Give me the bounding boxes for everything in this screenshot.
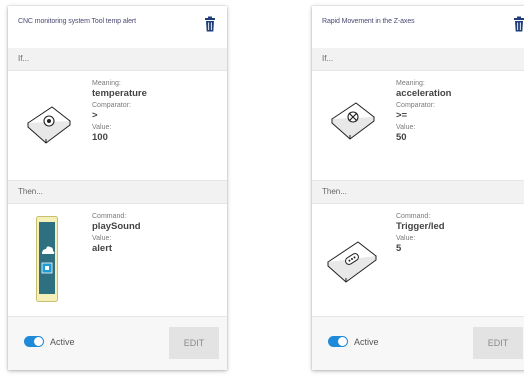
sensor-device-icon — [331, 102, 375, 140]
comparator-label: Comparator: — [92, 102, 131, 109]
card-footer: Active EDIT — [8, 318, 227, 370]
then-label: Then... — [8, 181, 227, 204]
card-header: Rapid Movement in the Z-axes — [312, 6, 524, 49]
sensor-device-icon — [27, 106, 71, 144]
value-value: 100 — [92, 132, 108, 143]
action-value-value: 5 — [396, 243, 402, 254]
action-value-label: Value: — [92, 235, 112, 242]
comparator-value: >= — [396, 110, 408, 121]
action-section: Command: Trigger/led Value: 5 — [312, 204, 524, 317]
active-toggle[interactable] — [24, 336, 44, 347]
value-value: 50 — [396, 132, 407, 143]
card-title: CNC monitoring system Tool temp alert — [18, 18, 136, 25]
action-value-value: alert — [92, 243, 113, 254]
command-label: Command: — [92, 213, 127, 220]
edit-button[interactable]: EDIT — [169, 327, 219, 359]
action-fields: Command: Trigger/led Value: 5 — [396, 212, 445, 256]
then-label: Then... — [312, 181, 524, 204]
command-value: Trigger/led — [396, 221, 445, 232]
meaning-label: Meaning: — [396, 80, 425, 87]
action-fields: Command: playSound Value: alert — [92, 212, 141, 256]
card-title: Rapid Movement in the Z-axes — [322, 18, 415, 25]
trash-icon[interactable] — [513, 16, 524, 32]
condition-section: Meaning: acceleration Comparator: >= Val… — [312, 71, 524, 181]
meaning-value: acceleration — [396, 88, 452, 99]
meaning-label: Meaning: — [92, 80, 121, 87]
card-header: CNC monitoring system Tool temp alert — [8, 6, 227, 49]
value-label: Value: — [396, 124, 416, 131]
toggle-knob — [34, 337, 43, 346]
command-label: Command: — [396, 213, 431, 220]
condition-section: Meaning: temperature Comparator: > Value… — [8, 71, 227, 181]
action-value-label: Value: — [396, 235, 416, 242]
phone-device-icon — [36, 216, 58, 302]
edit-button[interactable]: EDIT — [473, 327, 523, 359]
command-value: playSound — [92, 221, 141, 232]
condition-fields: Meaning: temperature Comparator: > Value… — [92, 79, 147, 145]
trash-icon[interactable] — [204, 16, 216, 32]
sensor-device-icon — [327, 241, 377, 283]
comparator-value: > — [92, 110, 98, 121]
rule-card-rapid-movement: Rapid Movement in the Z-axes If... Meani… — [312, 6, 524, 370]
meaning-value: temperature — [92, 88, 147, 99]
value-label: Value: — [92, 124, 112, 131]
active-label: Active — [50, 337, 75, 347]
condition-fields: Meaning: acceleration Comparator: >= Val… — [396, 79, 451, 145]
action-section: Command: playSound Value: alert — [8, 204, 227, 317]
toggle-knob — [338, 337, 347, 346]
rule-card-tool-temp: CNC monitoring system Tool temp alert If… — [8, 6, 227, 370]
card-footer: Active EDIT — [312, 318, 524, 370]
if-label: If... — [8, 48, 227, 71]
if-label: If... — [312, 48, 524, 71]
active-label: Active — [354, 337, 379, 347]
active-toggle[interactable] — [328, 336, 348, 347]
comparator-label: Comparator: — [396, 102, 435, 109]
